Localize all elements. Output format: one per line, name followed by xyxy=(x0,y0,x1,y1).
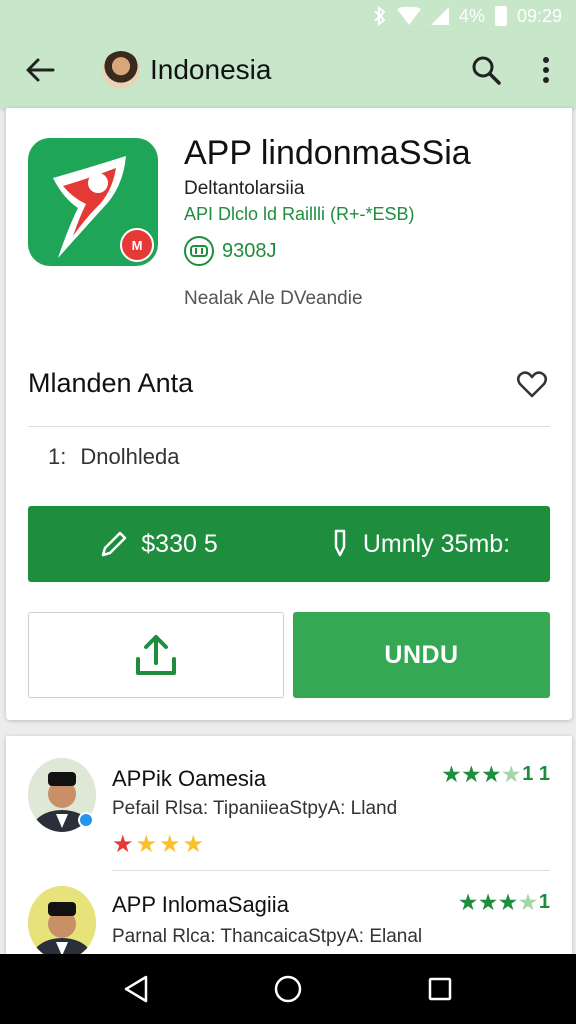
search-icon xyxy=(472,56,501,85)
triangle-back-icon xyxy=(124,975,148,1003)
clock: 09:29 xyxy=(516,5,562,26)
overflow-menu-button[interactable] xyxy=(516,32,576,108)
app-details-card: M APP lindonmaSSia Deltantolarsiia API D… xyxy=(6,108,572,720)
star-icon: ★ xyxy=(182,831,205,858)
nav-back-button[interactable] xyxy=(106,959,166,1019)
info-text: Dnolhleda xyxy=(80,444,180,469)
square-recents-icon xyxy=(428,977,452,1001)
reviewer-name: APP InlomaSagiia xyxy=(112,892,289,917)
reviewer-name: APPik Oamesia xyxy=(112,766,267,791)
star-icon: ★ xyxy=(459,892,478,914)
bluetooth-icon xyxy=(373,6,387,26)
price-bar[interactable]: $330 5 Umnly 35mb: xyxy=(28,506,550,582)
review-score: ★ ★ ★ ★ 1 1 xyxy=(442,762,550,787)
reviews-card: APPik Oamesia Pefail Rlsa: TipaniieaStpy… xyxy=(6,736,572,956)
star-icon: ★ xyxy=(482,764,501,786)
verified-badge-icon xyxy=(78,812,94,828)
review-text: Pefail Rlsa: TipaniieaStpyA: Lland xyxy=(112,798,398,819)
app-bar: Indonesia xyxy=(0,32,576,108)
circle-home-icon xyxy=(274,975,302,1003)
app-name: APP lindonmaSSia xyxy=(184,134,471,172)
price-label: $330 5 xyxy=(141,529,218,558)
avatar xyxy=(102,51,140,89)
star-icon: ★ xyxy=(135,831,158,858)
nav-recents-button[interactable] xyxy=(410,959,470,1019)
rating-value: 9308J xyxy=(222,239,277,262)
page-title: Indonesia xyxy=(150,54,272,85)
back-arrow-icon xyxy=(26,58,55,82)
divider xyxy=(28,426,550,427)
review-score: ★ ★ ★ ★ 1 xyxy=(459,890,550,915)
star-half-icon: ★ xyxy=(502,764,521,786)
app-icon-badge: M xyxy=(120,228,154,262)
bookmark-heart-icon xyxy=(517,371,547,398)
app-icon: M xyxy=(28,138,158,266)
nav-home-button[interactable] xyxy=(258,959,318,1019)
star-icon: ★ xyxy=(442,764,461,786)
back-button[interactable] xyxy=(0,32,80,108)
system-nav-bar xyxy=(0,954,576,1024)
developer-name[interactable]: Deltantolarsiia xyxy=(184,178,304,200)
size-label: Umnly 35mb: xyxy=(362,529,511,558)
app-tagline: Nealak Ale DVeandie xyxy=(184,288,363,309)
rating-badge-icon xyxy=(184,236,214,266)
price-section[interactable]: $330 5 xyxy=(28,529,289,559)
user-star-rating: ★ ★ ★ ★ xyxy=(112,830,204,859)
review-score-value: 1 xyxy=(538,891,550,913)
star-icon: ★ xyxy=(499,892,517,914)
size-section[interactable]: Umnly 35mb: xyxy=(289,529,550,559)
review-item[interactable]: APPik Oamesia Pefail Rlsa: TipaniieaStpy… xyxy=(6,736,572,871)
app-category[interactable]: API Dlclo ld Raillli (R+-*ESB) xyxy=(184,204,415,225)
download-button[interactable]: UNDU xyxy=(293,612,550,698)
more-vert-icon xyxy=(543,57,549,83)
signal-icon xyxy=(430,7,449,25)
download-arrow-icon xyxy=(334,529,346,557)
star-half-icon: ★ xyxy=(518,892,537,914)
share-upload-icon xyxy=(136,635,176,675)
pencil-icon xyxy=(102,531,127,557)
star-icon: ★ xyxy=(479,892,497,914)
rating-row: 9308J xyxy=(184,236,277,266)
wishlist-button[interactable] xyxy=(514,366,550,402)
battery-percent: 4% xyxy=(458,5,485,26)
status-bar: 4% 09:29 xyxy=(0,0,576,32)
share-button[interactable] xyxy=(28,612,284,698)
star-icon: ★ xyxy=(112,831,134,858)
battery-icon xyxy=(494,6,507,26)
info-number: 1: xyxy=(48,444,67,469)
star-icon: ★ xyxy=(462,764,481,786)
divider xyxy=(112,870,550,871)
info-row: 1: Dnolhleda xyxy=(48,444,179,470)
review-score-value: 1 1 xyxy=(522,763,550,785)
reviewer-avatar xyxy=(28,886,96,956)
search-button[interactable] xyxy=(456,32,516,108)
review-text: Parnal Rlca: ThancaicaStpyA: Elanal xyxy=(112,926,423,947)
wifi-icon xyxy=(396,7,421,25)
star-icon: ★ xyxy=(159,831,181,858)
section-title: Mlanden Anta xyxy=(28,368,194,398)
review-item[interactable]: APP InlomaSagiia Parnal Rlca: ThancaicaS… xyxy=(6,872,572,956)
